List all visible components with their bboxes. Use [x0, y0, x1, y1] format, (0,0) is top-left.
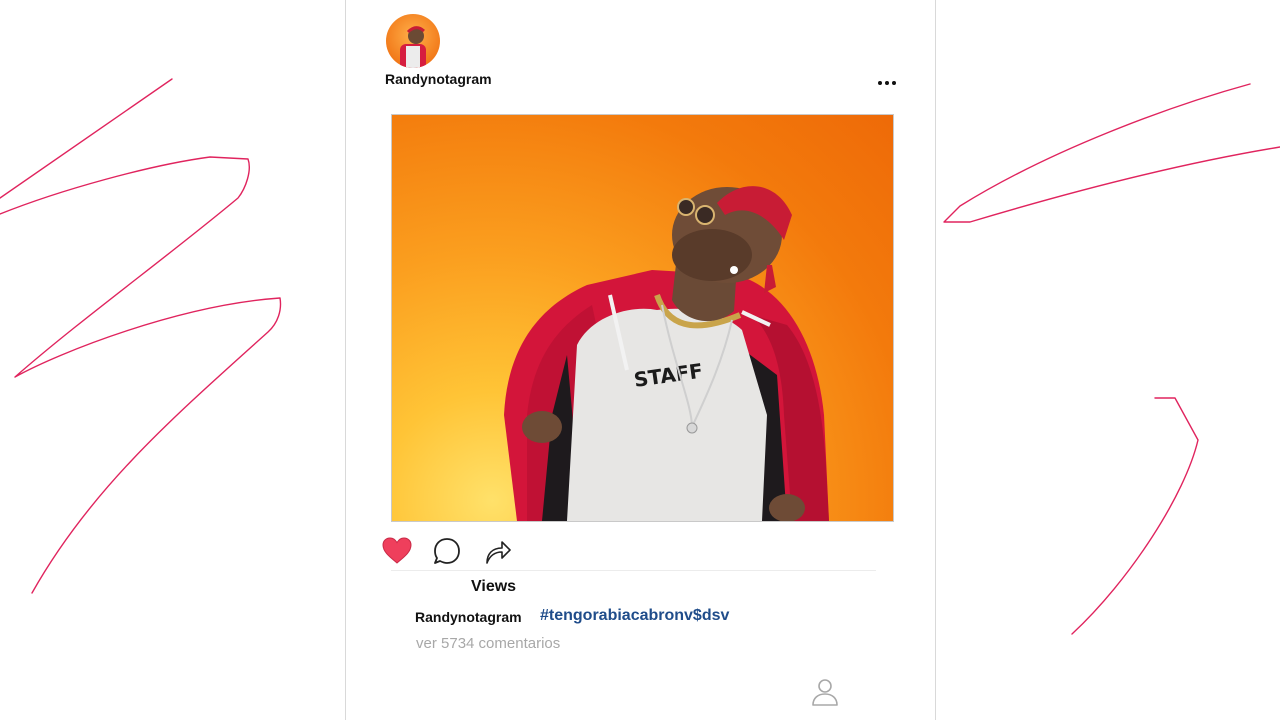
share-arrow-icon[interactable] [480, 534, 514, 568]
caption-hashtag-link[interactable]: #tengorabiacabronv$dsv [540, 607, 729, 625]
photo-subject: STAFF [504, 186, 829, 521]
heart-icon[interactable] [380, 534, 414, 568]
views-label: Views [471, 578, 517, 595]
avatar-figure [400, 26, 426, 68]
avatar[interactable] [386, 14, 440, 68]
caption-username[interactable]: Randynotagram [415, 609, 522, 625]
scribble-right-stroke [943, 83, 1280, 635]
view-comments-link[interactable]: ver 5734 comentarios [416, 635, 560, 652]
instagram-post-card: Randynotagram STAFF Views Randynotagram … [345, 0, 936, 720]
profile-icon[interactable] [809, 676, 841, 708]
scribble-left-stroke [0, 78, 282, 594]
actions-divider [391, 570, 876, 571]
post-photo[interactable]: STAFF [391, 114, 894, 522]
more-options-icon[interactable] [876, 77, 898, 89]
post-author-username[interactable]: Randynotagram [385, 71, 492, 87]
stage: Randynotagram STAFF Views Randynotagram … [0, 0, 1280, 720]
comment-bubble-icon[interactable] [430, 534, 464, 568]
